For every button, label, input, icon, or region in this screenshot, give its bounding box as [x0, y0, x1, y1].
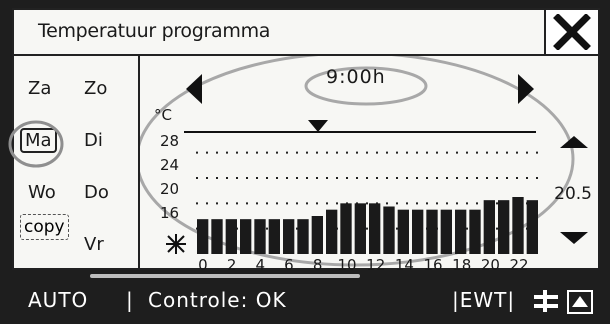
- bar-hour-6: [283, 219, 295, 254]
- xtick-4: 4: [255, 256, 266, 274]
- day-za[interactable]: Za: [28, 78, 51, 99]
- bar-hour-8: [311, 216, 323, 254]
- status-bar: AUTO | Controle: OK |EWT|: [12, 286, 600, 318]
- xtick-14: 14: [394, 256, 414, 274]
- bar-hour-18: [455, 209, 467, 254]
- bar-hour-19: [469, 209, 481, 254]
- ewt-label: |EWT|: [452, 288, 516, 312]
- ytick-28: 28: [160, 132, 180, 150]
- xtick-0: 0: [198, 256, 208, 274]
- day-wo[interactable]: Wo: [28, 182, 56, 203]
- next-time-icon: [518, 74, 534, 104]
- bar-hour-0: [197, 219, 209, 254]
- bar-hour-10: [340, 203, 352, 254]
- frost-icon: [166, 234, 186, 254]
- status-text: Controle: OK: [148, 288, 287, 312]
- time-display: 9:00h: [326, 66, 386, 88]
- ytick-16: 16: [160, 204, 180, 222]
- bar-hour-4: [254, 219, 266, 254]
- mode-label: AUTO: [28, 288, 89, 312]
- day-selector: Za Zo Ma Di Wo Do copy Vr: [8, 56, 140, 270]
- bar-hour-11: [354, 203, 366, 254]
- bar-hour-2: [225, 219, 237, 254]
- scroll-indicator: [90, 274, 360, 278]
- xtick-22: 22: [509, 256, 529, 274]
- bar-hour-7: [297, 219, 309, 254]
- day-vr[interactable]: Vr: [84, 234, 104, 255]
- status-separator: |: [126, 288, 133, 312]
- bar-hour-12: [369, 203, 381, 254]
- xtick-18: 18: [452, 256, 472, 274]
- copy-button[interactable]: copy: [20, 214, 69, 240]
- close-button[interactable]: [544, 10, 598, 54]
- bar-hour-3: [240, 219, 252, 254]
- xtick-16: 16: [423, 256, 443, 274]
- bar-hour-1: [211, 219, 223, 254]
- xtick-8: 8: [312, 256, 323, 274]
- day-di[interactable]: Di: [84, 130, 103, 151]
- display-screen: Temperatuur programma Za Zo Ma Di Wo Do …: [8, 8, 600, 274]
- device-frame: Temperatuur programma Za Zo Ma Di Wo Do …: [0, 0, 610, 324]
- bar-hour-16: [426, 209, 438, 254]
- xtick-12: 12: [366, 256, 386, 274]
- ytick-24: 24: [160, 156, 180, 174]
- increase-icon: [560, 136, 588, 148]
- bar-hour-9: [326, 209, 338, 254]
- status-icons: [534, 290, 593, 314]
- decrease-icon: [560, 232, 588, 244]
- xtick-20: 20: [480, 256, 500, 274]
- title-bar: Temperatuur programma: [14, 10, 598, 56]
- bar-hour-23: [526, 200, 538, 254]
- time-marker-icon: [308, 120, 328, 132]
- day-zo[interactable]: Zo: [84, 78, 107, 99]
- bar-hour-15: [412, 209, 424, 254]
- setpoint-value: 20.5: [554, 184, 592, 204]
- bar-hour-22: [512, 197, 524, 254]
- close-icon: [553, 14, 591, 50]
- bar-hour-20: [483, 200, 495, 254]
- bar-hour-17: [440, 209, 452, 254]
- bars: [197, 197, 538, 254]
- bar-hour-14: [397, 209, 409, 254]
- bar-hour-13: [383, 206, 395, 254]
- day-do[interactable]: Do: [84, 182, 109, 203]
- bar-hour-21: [498, 200, 510, 254]
- schedule-graphic: [140, 56, 588, 267]
- xtick-10: 10: [337, 256, 357, 274]
- bar-hour-5: [268, 219, 280, 254]
- xtick-2: 2: [226, 256, 237, 274]
- prev-time-icon: [186, 74, 202, 104]
- unit-label: °C: [154, 106, 172, 124]
- xtick-6: 6: [284, 256, 294, 274]
- schedule-panel: °C 28 24 20 16 9:00h 20.5 0 2 4 6 8 10 12 14 16 1…: [140, 56, 598, 274]
- page-title: Temperatuur programma: [38, 20, 271, 42]
- selection-ring: [8, 120, 64, 168]
- ytick-20: 20: [160, 180, 180, 198]
